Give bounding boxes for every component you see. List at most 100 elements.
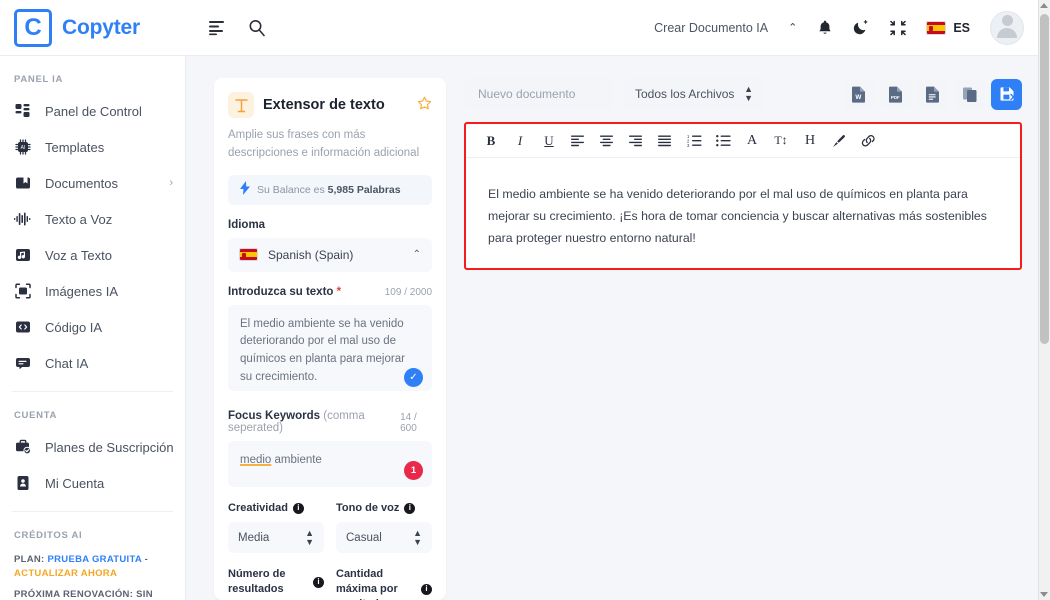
sidebar-item-codigo-ia[interactable]: Código IA [0, 309, 185, 345]
plan-upgrade-link[interactable]: ACTUALIZAR AHORA [14, 568, 117, 579]
text-file-icon[interactable] [917, 78, 948, 110]
sidebar-item-imagenes-ia[interactable]: Imágenes IA [0, 273, 185, 309]
bell-icon[interactable] [817, 19, 833, 36]
dashboard-icon [14, 102, 32, 120]
document-name-input[interactable]: Nuevo documento [464, 78, 614, 110]
sidebar-item-documentos[interactable]: Documentos › [0, 165, 185, 201]
keywords-label-txt: Focus Keywords [228, 409, 321, 422]
pdf-file-icon[interactable]: PDF [880, 78, 911, 110]
keywords-input[interactable]: medio ambiente [228, 440, 432, 487]
spain-flag-icon [239, 248, 258, 262]
language-select[interactable]: Spanish (Spain) ⌃ [228, 237, 432, 272]
brand-logo[interactable]: C Copyter [0, 8, 186, 47]
sidebar: PANEL IA Panel de Control AI Templates D… [0, 56, 186, 600]
bolt-icon [240, 181, 250, 198]
maxlen-label: Cantidad máxima por resultado i [336, 567, 432, 600]
scroll-up-arrow-icon[interactable] [1040, 3, 1048, 8]
updown-icon: ▲ ▼ [744, 84, 753, 103]
moon-icon[interactable] [853, 19, 870, 36]
list-menu-icon[interactable] [208, 20, 226, 36]
sidebar-item-planes-de-suscripcion[interactable]: Planes de Suscripción [0, 429, 185, 465]
editor-format-toolbar: B I U 123 A T↕ H [466, 124, 1020, 158]
text-input[interactable] [228, 304, 432, 391]
file-filter-select[interactable]: Todos los Archivos ▲ ▼ [623, 78, 765, 110]
save-file-icon[interactable] [991, 78, 1022, 110]
page-scrollbar[interactable] [1038, 0, 1050, 600]
collapse-icon[interactable] [890, 20, 907, 36]
folder-bookmark-icon [14, 174, 32, 192]
tone-label: Tono de voz i [336, 501, 432, 516]
bold-glyph: B [486, 132, 496, 148]
info-icon[interactable]: i [292, 502, 304, 514]
info-icon[interactable]: i [421, 584, 432, 596]
align-right-icon[interactable] [623, 128, 649, 154]
app-root: C Copyter Crear Documento IA ⌃ ES PANEL … [0, 0, 1050, 600]
align-justify-icon[interactable] [652, 128, 678, 154]
create-document-link[interactable]: Crear Documento IA [654, 21, 768, 35]
bullet-list-icon[interactable] [710, 128, 736, 154]
logo-mark: C [14, 8, 52, 47]
brush-icon[interactable] [826, 128, 852, 154]
sidebar-item-label: Planes de Suscripción [45, 439, 174, 455]
sidebar-item-chat-ia[interactable]: Chat IA [0, 345, 185, 381]
results-label-txt: Número de resultados [228, 568, 286, 596]
language-field-header: Idioma [228, 219, 432, 231]
tone-label-txt: Tono de voz [336, 501, 400, 514]
sidebar-item-panel-de-control[interactable]: Panel de Control [0, 93, 185, 129]
keyword-rest: ambiente [271, 453, 322, 466]
search-icon[interactable] [248, 19, 266, 37]
svg-text:AI: AI [21, 145, 26, 151]
sidebar-item-texto-a-voz[interactable]: Texto a Voz [0, 201, 185, 237]
ordered-list-icon[interactable]: 123 [681, 128, 707, 154]
keywords-input-wrap: medio ambiente 1 [228, 440, 432, 487]
svg-text:PDF: PDF [891, 95, 900, 100]
brand-name: Copyter [62, 15, 140, 39]
sidebar-item-label: Mi Cuenta [45, 475, 105, 491]
font-family-glyph: A [746, 132, 758, 148]
tone-select[interactable]: Casual ▲ ▼ [336, 522, 432, 554]
scrollbar-thumb[interactable] [1040, 14, 1049, 344]
sidebar-item-voz-a-texto[interactable]: Voz a Texto [0, 237, 185, 273]
star-outline-icon[interactable] [417, 96, 432, 115]
updown-icon: ▲ ▼ [413, 527, 422, 547]
keywords-label: Focus Keywords (comma seperated) [228, 410, 400, 434]
heading-icon[interactable]: H [797, 128, 823, 154]
link-icon[interactable] [855, 128, 881, 154]
align-center-icon[interactable] [594, 128, 620, 154]
spain-flag-icon [926, 20, 947, 35]
underline-icon[interactable]: U [536, 128, 562, 154]
keywords-field-header: Focus Keywords (comma seperated) 14 / 60… [228, 410, 432, 434]
sidebar-item-label: Templates [45, 139, 105, 155]
creativity-value: Media [238, 531, 270, 544]
language-selector[interactable]: ES [926, 20, 970, 35]
editor-content-area[interactable]: El medio ambiente se ha venido deteriora… [466, 158, 1020, 268]
language-select-value: Spanish (Spain) [268, 247, 354, 262]
svg-text:3: 3 [687, 143, 690, 147]
avatar[interactable] [990, 10, 1024, 45]
chat-bubble-icon [14, 354, 32, 372]
info-icon[interactable]: i [313, 576, 324, 588]
editor-top-toolbar: Nuevo documento Todos los Archivos ▲ ▼ W … [464, 78, 1022, 110]
sidebar-item-label: Código IA [45, 319, 103, 335]
font-size-icon[interactable]: T↕ [768, 128, 794, 154]
required-marker: * [336, 285, 342, 298]
creativity-tone-row: Creatividad i Media ▲ ▼ Tono de voz i Casua… [228, 501, 432, 554]
maxlen-label-txt: Cantidad máxima por resultado [336, 568, 398, 600]
info-icon[interactable]: i [404, 502, 416, 514]
creativity-label: Creatividad i [228, 501, 324, 516]
creativity-select[interactable]: Media ▲ ▼ [228, 522, 324, 554]
font-family-icon[interactable]: A [739, 128, 765, 154]
sidebar-item-templates[interactable]: AI Templates [0, 129, 185, 165]
word-file-icon[interactable]: W [843, 78, 874, 110]
balance-value: 5,985 Palabras [327, 183, 401, 196]
align-left-icon[interactable] [565, 128, 591, 154]
sidebar-item-mi-cuenta[interactable]: Mi Cuenta [0, 465, 185, 501]
credits-block: PLAN: PRUEBA GRATUITA - ACTUALIZAR AHORA… [0, 549, 185, 600]
copy-icon[interactable] [954, 78, 985, 110]
creativity-field: Creatividad i Media ▲ ▼ [228, 501, 324, 554]
font-size-glyph: T↕ [774, 133, 788, 147]
scroll-down-arrow-icon[interactable] [1040, 592, 1048, 597]
chevron-up-icon[interactable]: ⌃ [788, 21, 797, 34]
italic-icon[interactable]: I [507, 128, 533, 154]
bold-icon[interactable]: B [478, 128, 504, 154]
